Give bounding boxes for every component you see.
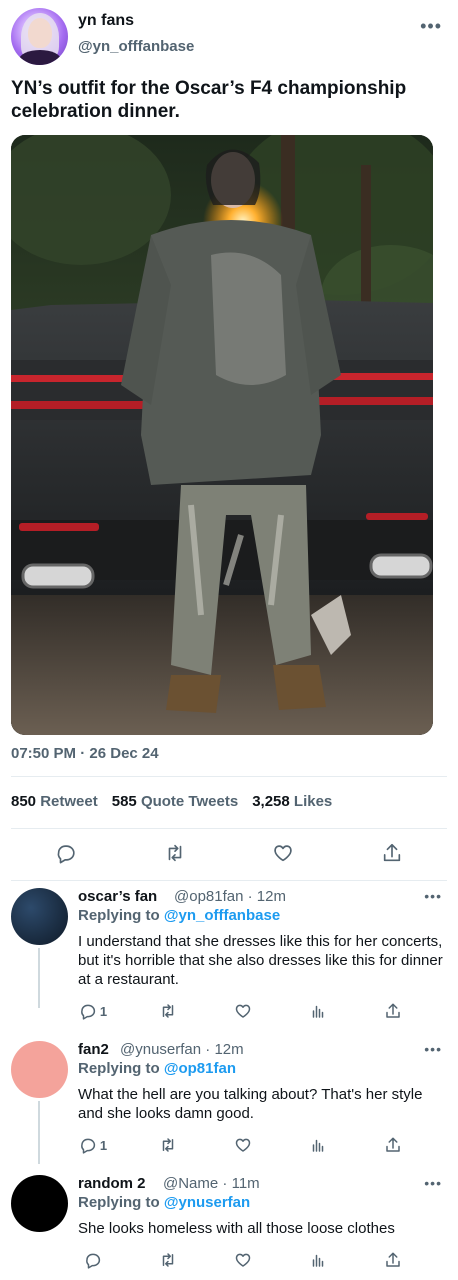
reply-avatar[interactable]	[11, 1175, 68, 1232]
analytics-icon	[312, 1005, 324, 1018]
more-options-icon[interactable]: •••	[424, 1041, 442, 1057]
tweet-text: YN’s outfit for the Oscar’s F4 champions…	[11, 78, 407, 122]
replying-to-handle[interactable]: @yn_offfanbase	[164, 907, 280, 924]
tweet-action-bar	[0, 840, 458, 866]
analytics-button[interactable]	[293, 1002, 343, 1020]
reply-author-handle[interactable]: @ynuserfan · 12m	[120, 1041, 244, 1058]
reply-text: She looks homeless with all those loose …	[78, 1220, 395, 1237]
reply-avatar[interactable]	[11, 888, 68, 945]
more-options-icon[interactable]: •••	[424, 1175, 442, 1191]
reply-text: What the hell are you talking about? Tha…	[78, 1086, 423, 1122]
heart-icon	[274, 845, 292, 862]
analytics-icon	[312, 1254, 324, 1267]
share-icon	[383, 843, 400, 862]
replying-to: Replying to @ynuserfan	[78, 1194, 251, 1211]
retweet-icon	[162, 1253, 174, 1267]
like-button[interactable]	[218, 1136, 268, 1154]
reply-author-name[interactable]: fan2	[78, 1041, 109, 1058]
author-avatar[interactable]	[11, 8, 68, 65]
retweet-button[interactable]	[145, 840, 205, 866]
heart-icon	[235, 1004, 251, 1018]
reply-count: 1	[99, 1137, 108, 1153]
tweet-stats: 850 Retweet 585 Quote Tweets 3,258 Likes	[11, 793, 332, 810]
reply-icon	[57, 845, 75, 864]
reply-avatar[interactable]	[11, 1041, 68, 1098]
divider	[11, 828, 447, 829]
more-options-icon[interactable]: •••	[424, 888, 442, 904]
quote-count[interactable]: 585 Quote Tweets	[112, 793, 238, 810]
like-button[interactable]	[218, 1251, 268, 1269]
reply-button[interactable]	[36, 840, 96, 866]
author-display-name[interactable]: yn fans	[78, 12, 134, 30]
analytics-button[interactable]	[293, 1136, 343, 1154]
share-icon	[386, 1003, 400, 1018]
like-count[interactable]: 3,258 Likes	[252, 793, 332, 810]
reply-icon	[80, 1138, 96, 1154]
reply-author-handle[interactable]: @op81fan · 12m	[174, 888, 286, 905]
reply-action-bar	[68, 1251, 438, 1269]
thread-line	[38, 948, 40, 1008]
reply-icon	[80, 1004, 96, 1020]
heart-icon	[235, 1138, 251, 1152]
retweet-button[interactable]	[143, 1251, 193, 1269]
share-icon	[386, 1252, 400, 1267]
reply-action-bar: 1	[68, 1136, 438, 1154]
reply-author-name[interactable]: random 2	[78, 1175, 146, 1192]
analytics-button[interactable]	[293, 1251, 343, 1269]
reply-author-name[interactable]: oscar’s fan	[78, 888, 157, 905]
reply-count: 1	[99, 1003, 108, 1019]
reply-button[interactable]	[68, 1251, 118, 1269]
reply-author-handle[interactable]: @Name · 11m	[163, 1175, 260, 1192]
more-options-icon[interactable]: •••	[420, 16, 442, 37]
like-button[interactable]	[253, 840, 313, 866]
retweet-icon	[162, 1004, 174, 1018]
replying-to: Replying to @yn_offfanbase	[78, 907, 281, 924]
retweet-button[interactable]	[143, 1136, 193, 1154]
divider	[11, 776, 447, 777]
replying-to: Replying to @op81fan	[78, 1060, 236, 1077]
share-button[interactable]	[368, 1136, 418, 1154]
share-button[interactable]	[368, 1251, 418, 1269]
analytics-icon	[312, 1139, 324, 1152]
retweet-count[interactable]: 850 Retweet	[11, 793, 98, 810]
share-button[interactable]	[368, 1002, 418, 1020]
retweet-icon	[162, 1138, 174, 1152]
share-icon	[386, 1137, 400, 1152]
replying-to-handle[interactable]: @ynuserfan	[164, 1194, 250, 1211]
like-button[interactable]	[218, 1002, 268, 1020]
divider	[11, 880, 447, 881]
share-button[interactable]	[362, 840, 422, 866]
reply-icon	[86, 1253, 101, 1269]
thread-line	[38, 1101, 40, 1164]
retweet-icon	[168, 844, 182, 862]
tweet-photo[interactable]	[11, 135, 433, 735]
tweet-timestamp[interactable]: 07:50 PM · 26 Dec 24	[11, 745, 159, 762]
tweet-header: yn fans @yn_offfanbase •••	[0, 0, 458, 70]
reply-button[interactable]: 1	[68, 1136, 118, 1154]
author-handle[interactable]: @yn_offfanbase	[78, 38, 194, 55]
retweet-button[interactable]	[143, 1002, 193, 1020]
reply-button[interactable]: 1	[68, 1002, 118, 1020]
reply-text: I understand that she dresses like this …	[78, 933, 443, 988]
reply-action-bar: 1	[68, 1002, 438, 1020]
heart-icon	[235, 1253, 251, 1267]
replying-to-handle[interactable]: @op81fan	[164, 1060, 236, 1077]
